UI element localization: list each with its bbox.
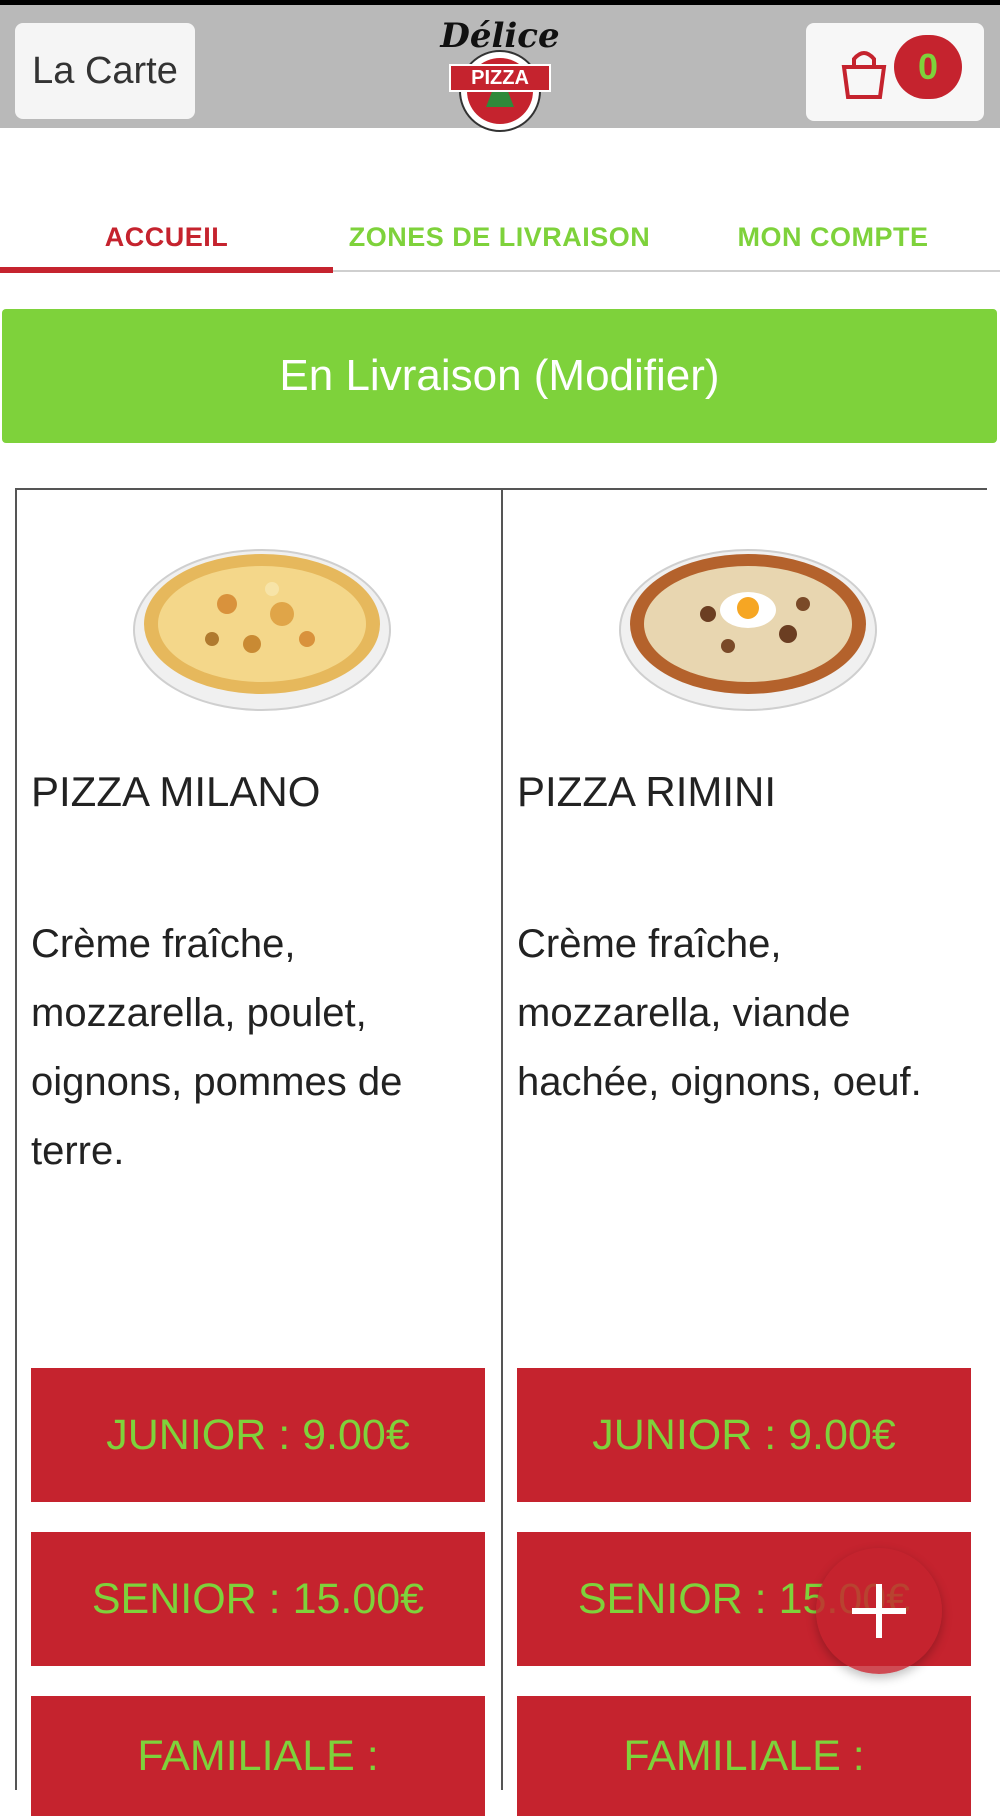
price-junior-button[interactable]: JUNIOR : 9.00€ [517, 1368, 971, 1502]
tab-divider [333, 270, 1000, 272]
price-senior-button[interactable]: SENIOR : 15.00€ [31, 1532, 485, 1666]
product-description: Crème fraîche, mozzarella, viande hachée… [517, 922, 922, 1104]
top-bar: La Carte PIZZA Délice 0 [0, 0, 1000, 132]
product-card: PIZZA MILANO Crème fraîche, mozzarella, … [17, 490, 501, 1816]
nav-tabs: ACCUEIL ZONES DE LIVRAISON MON COMPTE [0, 200, 1000, 274]
tab-zones-de-livraison[interactable]: ZONES DE LIVRAISON [333, 200, 666, 274]
logo-top-text: Délice [439, 16, 559, 56]
logo-main-text: PIZZA [471, 67, 529, 89]
tab-accueil[interactable]: ACCUEIL [0, 200, 333, 274]
pizza-rimini-image[interactable] [618, 534, 878, 714]
cart-count-badge: 0 [894, 35, 962, 99]
add-floating-button[interactable] [816, 1548, 942, 1674]
product-description: Crème fraîche, mozzarella, poulet, oigno… [31, 922, 403, 1173]
plus-icon [852, 1584, 906, 1638]
shopping-bag-icon [841, 51, 887, 99]
product-name: PIZZA RIMINI [517, 768, 777, 815]
pizza-milano-image[interactable] [132, 534, 392, 714]
cart-button[interactable]: 0 [806, 23, 984, 121]
price-familiale-button[interactable]: FAMILIALE : [517, 1696, 971, 1816]
tab-mon-compte[interactable]: MON COMPTE [666, 200, 1000, 274]
delivery-mode-button[interactable]: En Livraison (Modifier) [2, 309, 997, 443]
active-tab-indicator [0, 267, 333, 273]
price-junior-button[interactable]: JUNIOR : 9.00€ [31, 1368, 485, 1502]
la-carte-button[interactable]: La Carte [15, 23, 195, 119]
product-name: PIZZA MILANO [31, 768, 321, 815]
delice-pizza-logo[interactable]: PIZZA Délice [430, 11, 570, 133]
price-familiale-button[interactable]: FAMILIALE : [31, 1696, 485, 1816]
